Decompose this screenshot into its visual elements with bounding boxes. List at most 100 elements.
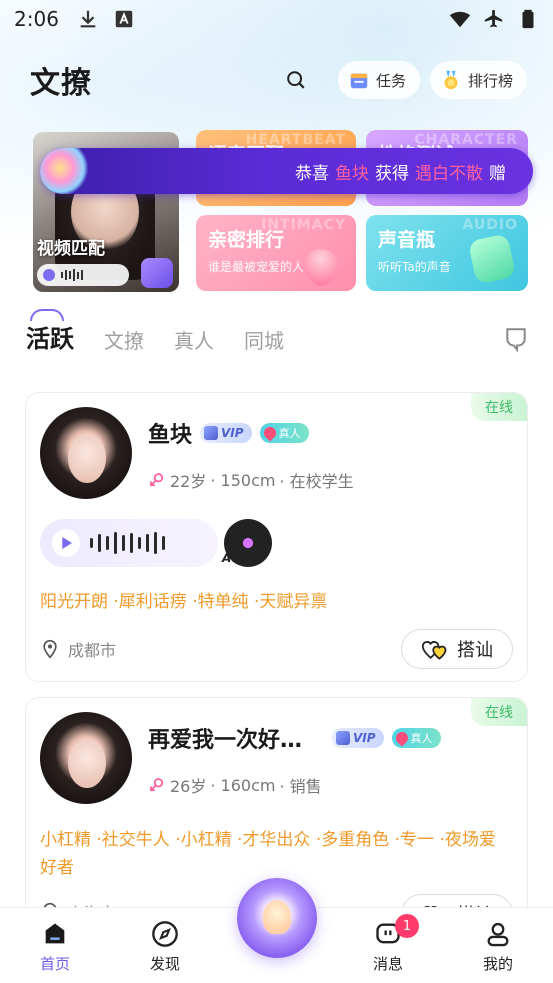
user-info-row: 22岁 · 150cm · 在校学生 xyxy=(148,468,354,492)
user-age: 26岁 xyxy=(170,777,207,796)
user-job: · 在校学生 xyxy=(279,472,354,491)
user-job: · 销售 xyxy=(279,777,322,796)
waveform-icon xyxy=(61,269,83,281)
vip-label: VIP xyxy=(221,426,244,440)
user-height: · 160cm xyxy=(210,775,276,795)
personality-tags: 阳光开朗 ·犀利话痨 ·特单纯 ·天赋异禀 xyxy=(40,592,328,612)
unread-badge: 1 xyxy=(395,914,419,938)
user-location: 成都市 xyxy=(68,641,117,660)
medal-icon xyxy=(444,70,458,90)
search-icon xyxy=(287,71,305,89)
lamp-orb-icon[interactable] xyxy=(237,878,317,958)
marquee-prefix: 恭喜 xyxy=(295,163,329,184)
play-icon xyxy=(62,537,72,549)
vip-shield-icon xyxy=(204,426,219,440)
tasks-label: 任务 xyxy=(375,71,406,90)
tab-active[interactable]: 活跃 xyxy=(26,309,74,362)
marquee-user: 鱼块 xyxy=(335,163,369,184)
user-card[interactable]: 在线 鱼块 VIP 真人 22岁 · 150cm · 在校学生 Audio 阳光… xyxy=(25,392,528,682)
compass-icon xyxy=(152,921,178,947)
chat-up-label: 搭讪 xyxy=(457,640,493,661)
avatar-face xyxy=(68,433,106,483)
user-height: · 150cm xyxy=(210,470,276,490)
status-left-icons xyxy=(77,8,135,30)
online-badge: 在线 xyxy=(471,393,527,421)
airplane-mode-icon xyxy=(484,9,503,28)
flower-icon xyxy=(40,148,88,194)
nav-discover-label: 发现 xyxy=(149,955,180,973)
ranking-label: 排行榜 xyxy=(467,71,513,90)
real-person-badge: 真人 xyxy=(259,423,309,443)
search-button[interactable] xyxy=(276,60,316,100)
marquee-verb: 获得 xyxy=(375,163,409,184)
ranking-button[interactable]: 排行榜 xyxy=(429,61,527,99)
vip-shield-icon xyxy=(336,731,350,745)
user-age: 22岁 xyxy=(170,472,207,491)
feature-banners: 视频匹配 HEARTBEAT 语音匹配 CHARACTER 性格测试 INTIM… xyxy=(0,128,553,293)
calendar-task-icon xyxy=(350,73,368,89)
marquee-suffix: 赠 xyxy=(489,163,506,184)
chat-up-button[interactable]: 搭讪 xyxy=(401,629,513,669)
nav-home-label: 首页 xyxy=(39,955,70,973)
intimacy-ranking-card[interactable]: INTIMACY 亲密排行 谁是最被宠爱的人 xyxy=(196,215,356,291)
gift-announcement-marquee: 恭喜 鱼块 获得 遇白不散 赠 xyxy=(40,148,533,194)
avatar[interactable] xyxy=(40,712,132,804)
app-header: 文撩 任务 排行榜 xyxy=(0,56,553,104)
audio-tag: Audio xyxy=(222,551,261,565)
filter-icon[interactable] xyxy=(503,326,529,352)
marquee-item: 遇白不散 xyxy=(415,163,483,184)
font-a-icon xyxy=(115,10,133,28)
profile-icon xyxy=(487,922,509,947)
feed-tabs: 活跃 文撩 真人 同城 xyxy=(0,309,553,362)
tasks-button[interactable]: 任务 xyxy=(337,61,420,99)
tab-wenliao[interactable]: 文撩 xyxy=(104,325,144,362)
voice-intro-player[interactable] xyxy=(40,519,218,567)
vip-badge: VIP xyxy=(332,728,384,748)
hearts-icon xyxy=(421,641,447,660)
download-icon xyxy=(80,10,96,28)
waveform-icon xyxy=(90,532,165,554)
name-row: 鱼块 VIP 真人 xyxy=(148,417,309,449)
heart-icon xyxy=(393,729,411,747)
app-logo: 文撩 xyxy=(30,66,92,101)
location-pin-icon xyxy=(43,639,57,659)
real-person-badge: 真人 xyxy=(391,728,441,748)
voice-match-ghost: HEARTBEAT xyxy=(245,132,346,148)
status-time: 2:06 xyxy=(14,7,59,31)
voice-bottle-card[interactable]: AUDIO 声音瓶 听听Ta的声音 xyxy=(366,215,528,291)
nav-profile-label: 我的 xyxy=(482,955,513,973)
female-icon xyxy=(150,473,164,487)
user-name: 再爱我一次好… xyxy=(148,728,303,753)
home-icon xyxy=(45,923,65,944)
location-row: 成都市 xyxy=(40,637,116,661)
video-play-icon xyxy=(141,258,173,288)
tab-same-city[interactable]: 同城 xyxy=(244,325,284,362)
online-badge: 在线 xyxy=(471,698,527,726)
user-info-row: 26岁 · 160cm · 销售 xyxy=(148,773,322,797)
wifi-icon xyxy=(449,11,471,28)
voice-bottle-ghost: AUDIO xyxy=(462,217,518,233)
tab-real-person[interactable]: 真人 xyxy=(174,325,214,362)
real-person-label: 真人 xyxy=(410,732,433,745)
nav-messages-label: 消息 xyxy=(372,955,403,973)
female-icon xyxy=(150,778,164,792)
heart-icon xyxy=(261,424,279,442)
name-row: 再爱我一次好… VIP 真人 xyxy=(148,722,441,754)
status-right-icons xyxy=(449,8,539,30)
play-icon xyxy=(43,269,55,281)
avatar[interactable] xyxy=(40,407,132,499)
nav-discover[interactable]: 发现 xyxy=(110,908,220,983)
personality-tags: 小杠精 ·社交牛人 ·小杠精 ·才华出众 ·多重角色 ·专一 ·夜场爱好者 xyxy=(40,830,496,878)
nav-home[interactable]: 首页 xyxy=(0,908,110,983)
avatar-face xyxy=(68,738,106,788)
real-person-label: 真人 xyxy=(278,427,301,440)
user-name: 鱼块 xyxy=(148,423,193,448)
nav-profile[interactable]: 我的 xyxy=(443,908,553,983)
vip-badge: VIP xyxy=(200,423,252,443)
nav-messages[interactable]: 消息 1 xyxy=(333,908,443,983)
play-button[interactable] xyxy=(52,529,80,557)
header-actions: 任务 排行榜 xyxy=(276,60,527,100)
personality-test-ghost: CHARACTER xyxy=(414,132,518,148)
status-bar: 2:06 xyxy=(0,0,553,38)
audio-preview-pill xyxy=(37,264,129,286)
